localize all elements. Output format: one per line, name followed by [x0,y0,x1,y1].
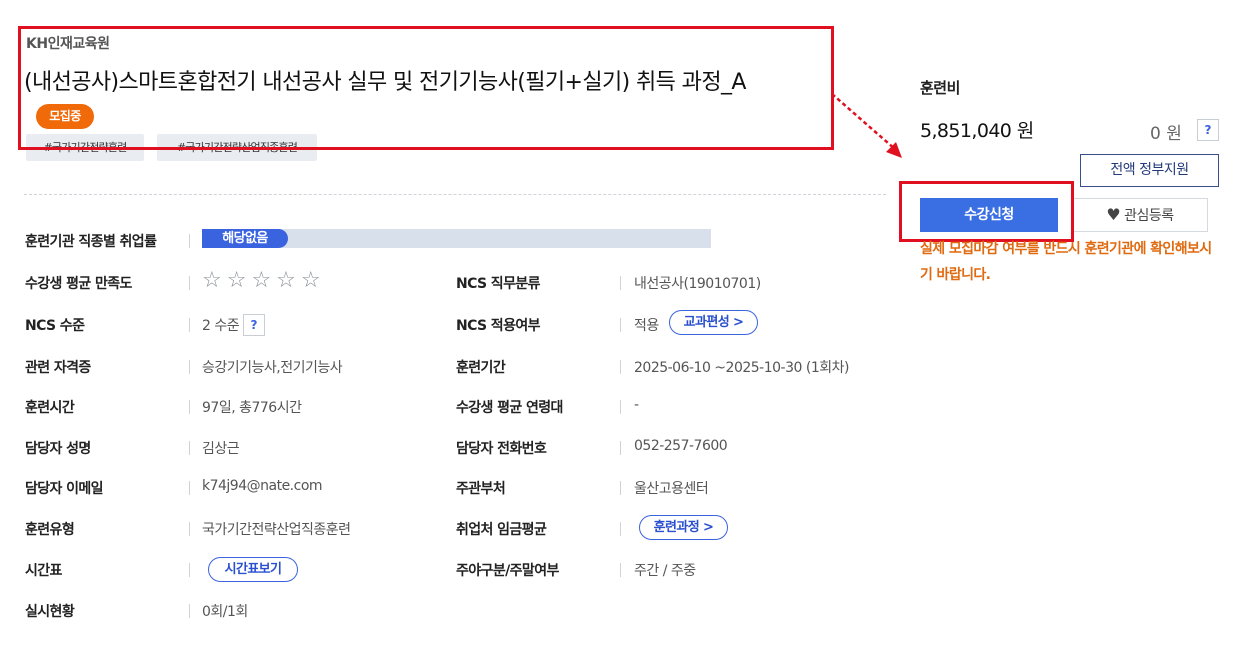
self-pay-amount: 0 원 [1150,124,1182,144]
heart-icon: ♥ [1106,205,1121,224]
manager-value: 김상근 [202,441,240,457]
period-value: 2025-06-10 ~2025-10-30 (1회차) [634,360,849,376]
cert-label: 관련 자격증 [25,360,91,376]
agency-label: 주관부처 [456,481,506,497]
ncs-applied-value: 적용 [634,318,659,334]
fee-amount: 5,851,040 원 [920,120,1034,142]
daynight-value: 주간 / 주중 [634,563,696,579]
row-separator [620,276,621,290]
tag-national-strategy[interactable]: #국가기간전략훈련 [26,134,144,161]
employment-rate-value: 해당없음 [202,229,288,248]
ncs-level-label: NCS 수준 [25,318,85,334]
row-separator [189,563,190,577]
institution-name: KH인재교육원 [26,36,110,52]
row-separator [620,563,621,577]
agency-value: 울산고용센터 [634,481,709,497]
type-value: 국가기간전략산업직종훈련 [202,522,351,538]
ncs-level-help-button[interactable]: ? [243,314,265,336]
row-separator [189,318,190,332]
satisfaction-label: 수강생 평균 만족도 [25,276,132,292]
status-value: 0회/1회 [202,604,248,620]
section-divider [24,194,886,195]
employment-rate-label: 훈련기관 직종별 취업률 [25,234,157,250]
daynight-label: 주야구분/주말여부 [456,563,559,579]
ncs-applied-label: NCS 적용여부 [456,318,541,334]
tag-national-industry[interactable]: #국가기간전략산업직종훈련 [157,134,317,161]
email-label: 담당자 이메일 [25,481,104,497]
fee-help-button[interactable]: ? [1197,119,1219,141]
training-course-link-button[interactable]: 훈련과정 > [639,515,728,540]
status-label: 실시현황 [25,604,75,620]
cert-value: 승강기기능사,전기기능사 [202,360,343,376]
interest-button-label: 관심등록 [1124,208,1174,224]
phone-value: 052-257-7600 [634,438,728,454]
row-separator [189,481,190,495]
row-separator [620,318,621,332]
row-separator [189,400,190,414]
row-separator [189,234,190,248]
wage-label: 취업처 임금평균 [456,522,547,538]
curriculum-link-button[interactable]: 교과편성 > [669,310,758,335]
row-separator [620,522,621,536]
status-badge: 모집중 [36,104,94,129]
period-label: 훈련기간 [456,360,506,376]
manager-label: 담당자 성명 [25,441,91,457]
email-value: k74j94@nate.com [202,478,323,494]
apply-button[interactable]: 수강신청 [920,198,1058,232]
row-separator [189,276,190,290]
row-separator [620,360,621,374]
ncs-category-label: NCS 직무분류 [456,276,541,292]
row-separator [620,400,621,414]
age-label: 수강생 평균 연령대 [456,400,563,416]
hours-value: 97일, 총776시간 [202,400,302,416]
ncs-level-value: 2 수준 [202,318,240,334]
phone-label: 담당자 전화번호 [456,441,547,457]
recruit-notice: 실제 모집마감 여부를 반드시 훈련기관에 확인해보시기 바랍니다. [920,241,1212,283]
timetable-label: 시간표 [25,563,62,579]
star-rating-icon: ☆☆☆☆☆ [202,268,326,293]
timetable-view-button[interactable]: 시간표보기 [208,557,298,582]
course-title: (내선공사)스마트혼합전기 내선공사 실무 및 전기기능사(필기+실기) 취득 … [24,70,746,95]
row-separator [189,360,190,374]
type-label: 훈련유형 [25,522,75,538]
ncs-category-value: 내선공사(19010701) [634,276,761,292]
row-separator [189,604,190,618]
interest-button[interactable]: ♥ 관심등록 [1072,198,1208,232]
hours-label: 훈련시간 [25,400,75,416]
row-separator [620,481,621,495]
row-separator [189,441,190,455]
fee-label: 훈련비 [920,79,960,97]
annotation-arrow-icon [831,93,902,158]
age-value: - [634,397,639,413]
row-separator [620,441,621,455]
full-support-badge: 전액 정부지원 [1080,154,1219,187]
row-separator [189,522,190,536]
